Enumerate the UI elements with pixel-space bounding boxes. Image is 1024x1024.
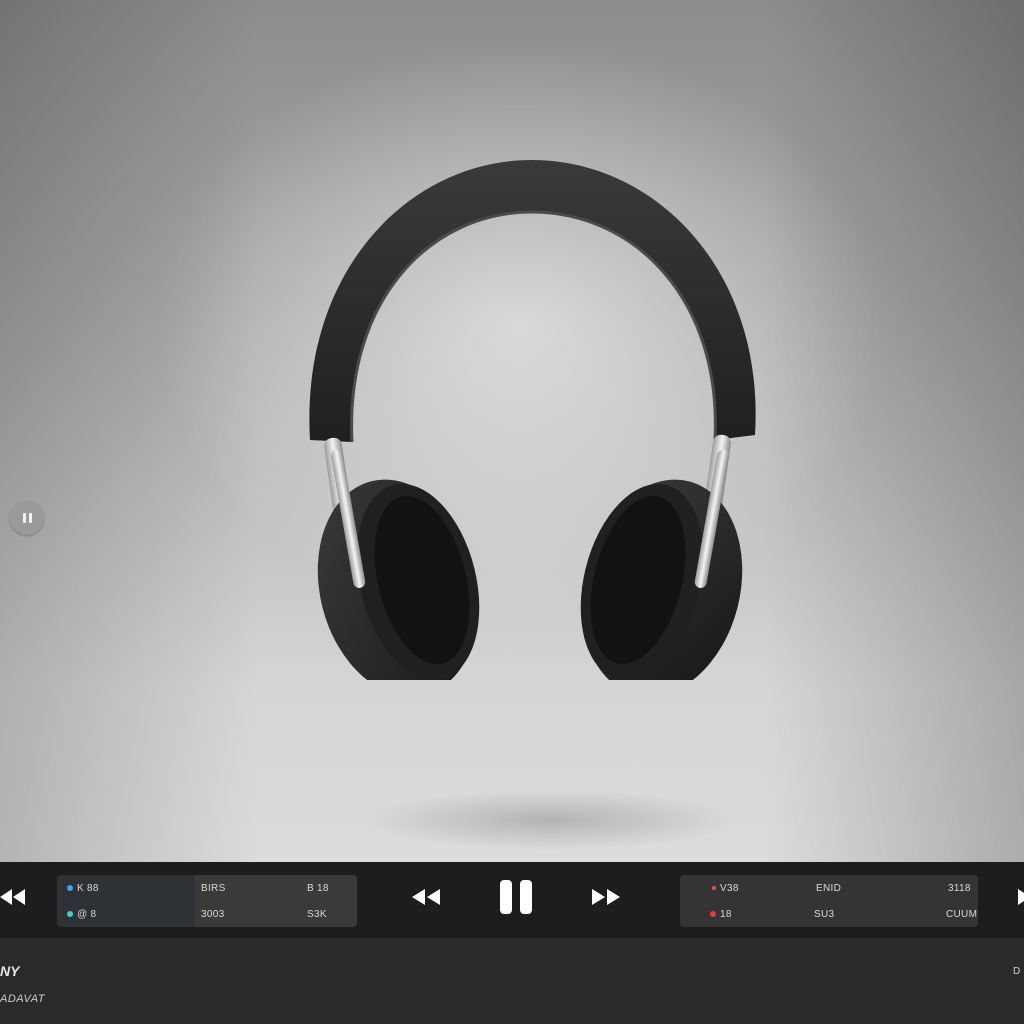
play-pause-button[interactable] [498, 880, 536, 916]
panel-right-r1c2: ENID [816, 883, 842, 894]
panel-left-r2c2: 3003 [201, 909, 225, 920]
rewind-icon [0, 889, 25, 905]
edge-rewind-button[interactable] [0, 888, 26, 906]
edge-forward-button[interactable] [1012, 888, 1024, 906]
pause-icon-bar [28, 513, 32, 523]
panel-right-r2c1: 18 [720, 909, 732, 920]
status-dot [710, 911, 716, 918]
pause-icon-bar [22, 513, 26, 523]
panel-left-r1c2: BIRS [201, 883, 226, 894]
status-dot [67, 911, 73, 918]
fast-forward-icon [592, 889, 620, 905]
panel-left-r2c1: @ 8 [77, 909, 97, 920]
track-info-panel-left: K 88 BIRS B 18 @ 8 3003 S3K [57, 875, 357, 927]
rewind-icon [412, 889, 440, 905]
floor-shadow [360, 790, 740, 850]
panel-left-r1c1: K 88 [77, 883, 99, 894]
now-playing-subtitle: ADAVAT [0, 993, 45, 1005]
panel-left-r2c3: S3K [307, 909, 327, 920]
side-pause-button[interactable] [10, 501, 44, 535]
status-dot [712, 886, 716, 891]
panel-right-r1c3: 3118 [948, 883, 971, 894]
now-playing-edge-label: D [1013, 966, 1021, 977]
rewind-button[interactable] [410, 884, 442, 910]
now-playing-title: NY [0, 963, 20, 979]
headphones-image [309, 160, 756, 680]
now-playing-text: NY ADAVAT [0, 938, 1024, 1024]
stage-shade-left [0, 0, 260, 862]
panel-right-r1c1: V38 [720, 883, 739, 894]
fast-forward-button[interactable] [590, 884, 622, 910]
fast-forward-icon [1018, 889, 1024, 905]
panel-right-r2c3: CUUM [946, 909, 978, 920]
pause-icon [500, 880, 512, 914]
track-info-panel-right: V38 ENID 3118 18 SU3 CUUM [680, 875, 978, 927]
panel-left-r1c3: B 18 [307, 883, 329, 894]
pause-icon [520, 880, 532, 914]
panel-right-r2c2: SU3 [814, 909, 835, 920]
product-stage [0, 0, 1024, 862]
status-dot [67, 885, 73, 892]
stage-shade-right [764, 0, 1024, 862]
